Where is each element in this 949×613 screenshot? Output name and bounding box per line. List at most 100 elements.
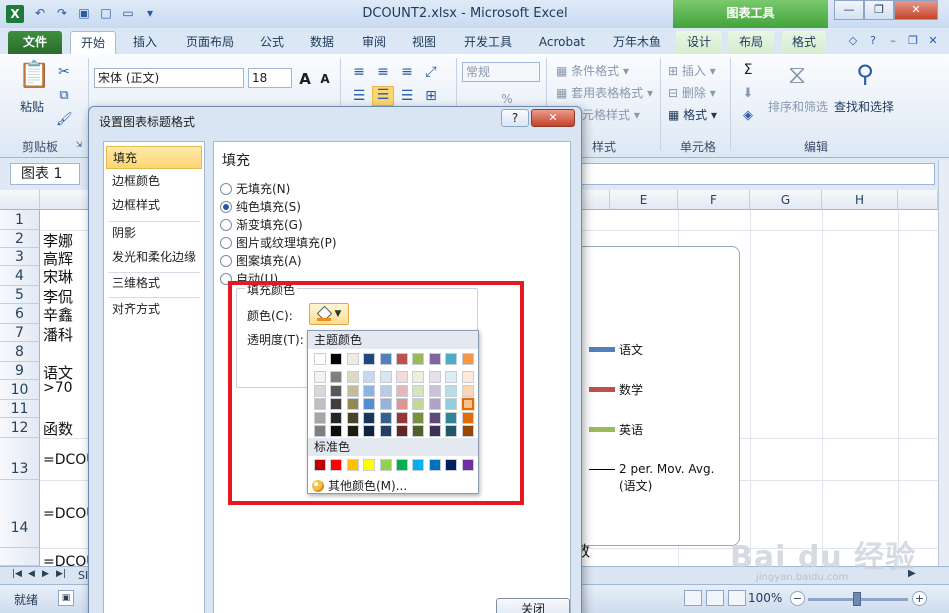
sheet-tab[interactable]: SI [78,569,88,582]
zoom-slider-thumb[interactable] [853,592,861,606]
row-header[interactable]: 11 [0,400,40,418]
page-break-view-button[interactable] [728,590,746,606]
undo-icon[interactable]: ↶ [32,5,48,21]
cell-a4[interactable]: 宋琳 [43,266,73,287]
grow-font-icon[interactable]: A [298,70,312,88]
column-header-g[interactable]: G [750,190,822,210]
radio-button[interactable] [220,254,232,267]
tab-file[interactable]: 文件 [8,31,62,54]
nav-alignment[interactable]: 对齐方式 [106,298,202,321]
tab-data[interactable]: 数据 [302,31,342,54]
sheet-nav-first-icon[interactable]: |◀ [12,569,22,579]
nav-glow-soft-edges[interactable]: 发光和柔化边缘 [106,246,202,269]
row-header[interactable]: 12 [0,418,40,438]
align-middle-icon[interactable]: ≡ [374,64,392,80]
macro-record-icon[interactable]: ▣ [58,590,74,606]
dialog-close-icon[interactable]: ✕ [531,109,575,127]
restore-button[interactable]: ❐ [864,0,894,20]
radio-pattern-fill[interactable]: 图案填充(A) [220,252,302,269]
column-header-f[interactable]: F [678,190,750,210]
clear-icon[interactable]: ◈ [740,108,756,123]
format-cells-button[interactable]: ▦ 格式 ▾ [668,106,717,123]
column-header-h[interactable]: H [822,190,898,210]
name-box[interactable]: 图表 1 [10,163,80,185]
paste-label[interactable]: 粘贴 [20,98,44,115]
select-all-corner[interactable] [0,190,40,210]
insert-cells-button[interactable]: ⊞ 插入 ▾ [668,62,716,79]
fill-icon[interactable]: ⬇ [740,86,756,101]
radio-button[interactable] [220,182,232,195]
excel-app-icon[interactable]: X [6,5,24,23]
embedded-chart[interactable]: 语文 数学 英语 2 per. Mov. Avg. (语文) [570,246,740,546]
delete-cells-button[interactable]: ⊟ 删除 ▾ [668,84,716,101]
merge-center-icon[interactable]: ⊞ [422,88,440,104]
open-folder-icon[interactable]: ▭ [120,5,136,21]
tab-wannian-muyu[interactable]: 万年木鱼 [606,31,668,54]
copy-icon[interactable]: ⧉ [56,88,72,103]
zoom-level[interactable]: 100% [748,591,782,605]
radio-solid-fill[interactable]: 纯色填充(S) [220,198,301,215]
sheet-nav-last-icon[interactable]: ▶| [56,569,66,579]
zoom-out-button[interactable]: − [790,591,805,606]
help-icon[interactable]: ? [865,33,881,49]
row-header[interactable]: 8 [0,342,40,362]
new-file-icon[interactable]: □ [98,5,114,21]
align-center-icon[interactable]: ☰ [372,86,394,106]
tab-layout[interactable]: 布局 [728,31,774,54]
align-left-icon[interactable]: ☰ [350,88,368,104]
doc-minimize-icon[interactable]: – [885,33,901,49]
redo-icon[interactable]: ↷ [54,5,70,21]
column-header-e[interactable]: E [610,190,678,210]
row-header[interactable]: 1 [0,210,40,230]
radio-button[interactable] [220,218,232,231]
legend-item-yuwen[interactable]: 语文 [589,341,643,358]
customize-qat-icon[interactable]: ▾ [142,5,158,21]
paste-icon[interactable]: 📋 [18,60,50,94]
table-format-button[interactable]: ▦ 套用表格格式 ▾ [556,84,653,101]
vertical-scrollbar[interactable] [938,160,949,566]
legend-item-moving-average[interactable]: 2 per. Mov. Avg. (语文) [589,461,729,495]
cell-a12[interactable]: 函数 [43,418,73,439]
conditional-format-button[interactable]: ▦ 条件格式 ▾ [556,62,629,79]
zoom-in-button[interactable]: + [912,591,927,606]
tab-formulas[interactable]: 公式 [252,31,292,54]
tab-page-layout[interactable]: 页面布局 [178,31,242,54]
cell-a10[interactable]: >70 [43,380,73,396]
row-header[interactable] [0,548,40,566]
align-right-icon[interactable]: ☰ [398,88,416,104]
nav-fill[interactable]: 填充 [106,146,202,169]
legend-item-shuxue[interactable]: 数学 [589,381,643,398]
align-top-icon[interactable]: ≡ [350,64,368,80]
number-format-dropdown[interactable]: 常规 [462,62,540,82]
tab-view[interactable]: 视图 [404,31,444,54]
normal-view-button[interactable] [684,590,702,606]
row-header[interactable]: 6 [0,304,40,324]
row-header[interactable]: 2 [0,230,40,248]
row-header[interactable]: 7 [0,324,40,342]
radio-gradient-fill[interactable]: 渐变填充(G) [220,216,303,233]
orientation-icon[interactable]: ⤢ [422,64,440,80]
page-layout-view-button[interactable] [706,590,724,606]
sheet-nav-next-icon[interactable]: ▶ [42,569,49,579]
font-name-dropdown[interactable]: 宋体 (正文) [94,68,244,88]
row-header[interactable]: 9 [0,362,40,380]
cell-a6[interactable]: 辛鑫 [43,304,73,325]
autosum-icon[interactable]: Σ [740,62,756,78]
tab-insert[interactable]: 插入 [122,31,168,54]
row-header[interactable]: 5 [0,286,40,304]
row-header[interactable]: 13 [0,438,40,480]
radio-button[interactable] [220,236,232,249]
nav-border-style[interactable]: 边框样式 [106,194,202,217]
row-header[interactable]: 4 [0,266,40,286]
sort-filter-icon[interactable]: ⧖ [780,60,814,91]
sort-filter-label[interactable]: 排序和筛选 [768,98,828,115]
tab-format[interactable]: 格式 [782,31,826,54]
tab-home[interactable]: 开始 [70,31,116,54]
font-size-dropdown[interactable]: 18 [248,68,292,88]
doc-close-icon[interactable]: ✕ [925,33,941,49]
nav-shadow[interactable]: 阴影 [106,222,202,245]
radio-no-fill[interactable]: 无填充(N) [220,180,290,197]
clipboard-launcher-icon[interactable]: ⇲ [74,140,84,149]
nav-3d-format[interactable]: 三维格式 [106,272,202,295]
percent-icon[interactable]: % [500,92,514,106]
